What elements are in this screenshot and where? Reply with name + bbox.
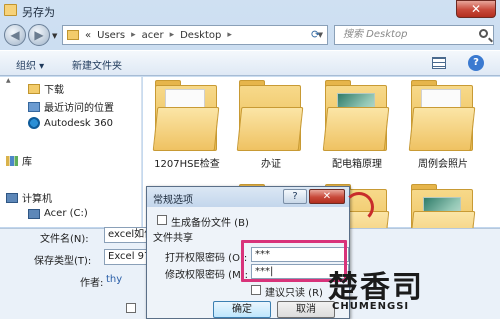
refresh-icon[interactable]: ⟳ [311, 28, 320, 41]
breadcrumb-overflow[interactable]: « [85, 30, 91, 41]
watermark-subtitle: CHUMENGSI [332, 301, 410, 312]
sidebar-item-libraries[interactable]: 库 [6, 153, 32, 168]
dialog-title-bar: 常规选项 ? ✕ [147, 187, 349, 207]
open-password-label: 打开权限密码 (O): [165, 253, 248, 264]
folder-item[interactable]: 周例会照片 [403, 79, 483, 170]
folder-icon [152, 80, 220, 151]
backup-checkbox[interactable] [157, 215, 167, 225]
navigation-bar: ◀ ▶ ▼ « Users ▸ acer ▸ Desktop ▸ ▼ ⟳ 搜索 … [0, 22, 500, 48]
folder-icon [408, 80, 476, 151]
annotation-arc [344, 192, 374, 222]
modify-password-label: 修改权限密码 (M): [165, 270, 248, 281]
navigation-pane: ▲ 下载 最近访问的位置 Autodesk 360 库 计算机 Acer (C:… [0, 77, 142, 227]
readonly-label: 建议只读 (R) [265, 288, 323, 299]
folder-icon [67, 30, 79, 40]
recent-places-icon [28, 101, 40, 112]
filetype-label: 保存类型(T): [34, 256, 92, 267]
help-icon[interactable]: ? [468, 55, 484, 71]
dialog-close-button[interactable]: ✕ [309, 189, 345, 204]
sidebar-item-label: 库 [22, 157, 32, 168]
organize-button[interactable]: 组织 ▾ [16, 57, 44, 72]
folder-icon [236, 80, 304, 151]
sidebar-item-drive-c[interactable]: Acer (C:) [28, 208, 88, 219]
computer-icon [6, 192, 18, 203]
sidebar-item-autodesk-360[interactable]: Autodesk 360 [28, 117, 113, 129]
save-as-window: 另存为 ✕ ◀ ▶ ▼ « Users ▸ acer ▸ Desktop ▸ ▼… [0, 0, 500, 319]
command-toolbar: 组织 ▾ 新建文件夹 ? [0, 50, 500, 76]
sidebar-item-downloads[interactable]: 下载 [28, 81, 64, 96]
forward-button[interactable]: ▶ [28, 24, 50, 46]
filename-input[interactable]: excel如何 [104, 227, 148, 243]
chevron-right-icon[interactable]: ▸ [170, 30, 175, 40]
search-input[interactable]: 搜索 Desktop [334, 25, 494, 45]
folder-icon [28, 83, 40, 94]
ok-button[interactable]: 确定 [213, 301, 271, 318]
window-title: 另存为 [22, 6, 55, 19]
address-bar[interactable]: « Users ▸ acer ▸ Desktop ▸ ▼ [62, 25, 328, 45]
sidebar-item-label: Autodesk 360 [44, 117, 113, 129]
title-bar: 另存为 ✕ [0, 0, 500, 22]
chevron-right-icon[interactable]: ▸ [131, 30, 136, 40]
sidebar-item-recent-places[interactable]: 最近访问的位置 [28, 99, 114, 114]
folder-name: 周例会照片 [418, 159, 468, 170]
breadcrumb-desktop[interactable]: Desktop [180, 30, 221, 41]
drive-icon [28, 208, 40, 219]
view-options-icon[interactable] [432, 57, 446, 69]
folder-icon [322, 80, 390, 151]
breadcrumb-users[interactable]: Users [97, 30, 125, 41]
library-icon [6, 155, 18, 166]
scroll-up-icon[interactable]: ▲ [6, 77, 12, 85]
author-value[interactable]: thy [106, 274, 122, 285]
author-label: 作者: [80, 278, 104, 289]
backup-label: 生成备份文件 (B) [171, 218, 249, 229]
new-folder-button[interactable]: 新建文件夹 [72, 57, 122, 72]
filename-label: 文件名(N): [40, 234, 89, 245]
sidebar-item-label: 下载 [44, 85, 64, 96]
sidebar-item-label: 计算机 [22, 194, 52, 205]
chevron-right-icon[interactable]: ▸ [227, 30, 232, 40]
watermark-mark: 楚香司 [328, 270, 424, 305]
hide-folders-checkbox[interactable] [126, 303, 136, 313]
window-close-button[interactable]: ✕ [456, 0, 496, 18]
dialog-help-button[interactable]: ? [283, 189, 307, 204]
breadcrumb-acer[interactable]: acer [142, 30, 164, 41]
recent-pages-dropdown-icon[interactable]: ▼ [52, 32, 57, 40]
dialog-title: 常规选项 [153, 195, 193, 206]
file-sharing-heading: 文件共享 [153, 233, 193, 244]
folder-item[interactable]: 配电箱原理 [317, 79, 397, 170]
folder-name: 配电箱原理 [332, 159, 382, 170]
search-placeholder: 搜索 Desktop [343, 29, 408, 40]
folder-name: 办证 [261, 159, 281, 170]
folder-item[interactable]: 办证 [231, 79, 311, 170]
sidebar-item-label: Acer (C:) [44, 208, 88, 219]
sidebar-item-computer[interactable]: 计算机 [6, 190, 52, 205]
autodesk-icon [28, 117, 40, 129]
back-button[interactable]: ◀ [4, 24, 26, 46]
folder-name: 1207HSE检查 [154, 159, 220, 170]
folder-item[interactable]: 1207HSE检查 [147, 79, 227, 170]
watermark-logo: 楚香司 CHUMENGSI [326, 258, 500, 319]
sidebar-item-label: 最近访问的位置 [44, 103, 114, 114]
search-icon [479, 29, 488, 38]
readonly-checkbox[interactable] [251, 285, 261, 295]
window-icon [4, 4, 17, 16]
filetype-select[interactable]: Excel 97 [104, 249, 148, 265]
